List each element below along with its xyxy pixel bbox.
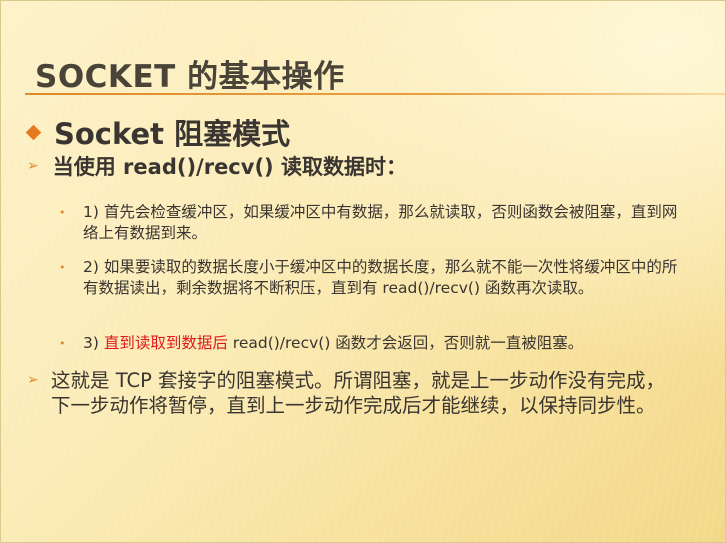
item-number: 3) bbox=[83, 334, 99, 352]
slide: SOCKET 的基本操作 Socket 阻塞模式 ➢ 当使用 read()/re… bbox=[0, 0, 726, 543]
bullet-level1-text: Socket 阻塞模式 bbox=[54, 117, 291, 151]
item-text: 如果要读取的数据长度小于缓冲区中的数据长度，那么就不能一次性将缓冲区中的所有数据… bbox=[83, 258, 678, 297]
bullet-level2-text: 当使用 read()/recv() 读取数据时： bbox=[52, 155, 407, 179]
summary-paragraph: ➢ 这就是 TCP 套接字的阻塞模式。所谓阻塞，就是上一步动作没有完成，下一步动… bbox=[27, 368, 667, 418]
arrow-bullet-icon: ➢ bbox=[27, 158, 39, 174]
dot-bullet-icon: • bbox=[59, 206, 66, 219]
list-item: • 2) 如果要读取的数据长度小于缓冲区中的数据长度，那么就不能一次性将缓冲区中… bbox=[59, 257, 679, 299]
bullet-level1: Socket 阻塞模式 bbox=[25, 111, 290, 153]
list-item: • 3) 直到读取到数据后 read()/recv() 函数才会返回，否则就一直… bbox=[59, 333, 679, 354]
item-number: 1) bbox=[83, 203, 99, 221]
item-text: read()/recv() 函数才会返回，否则就一直被阻塞。 bbox=[227, 334, 584, 352]
summary-text: 这就是 TCP 套接字的阻塞模式。所谓阻塞，就是上一步动作没有完成，下一步动作将… bbox=[51, 369, 666, 417]
highlighted-text: 直到读取到数据后 bbox=[103, 334, 228, 352]
arrow-bullet-icon: ➢ bbox=[27, 372, 39, 388]
dot-bullet-icon: • bbox=[59, 261, 66, 274]
dot-bullet-icon: • bbox=[59, 337, 66, 350]
item-number: 2) bbox=[83, 258, 99, 276]
title-underline bbox=[25, 93, 725, 95]
bullet-level2: ➢ 当使用 read()/recv() 读取数据时： bbox=[27, 151, 407, 181]
page-title: SOCKET 的基本操作 bbox=[35, 59, 345, 95]
list-item: • 1) 首先会检查缓冲区，如果缓冲区中有数据，那么就读取，否则函数会被阻塞，直… bbox=[59, 202, 679, 244]
item-text: 首先会检查缓冲区，如果缓冲区中有数据，那么就读取，否则函数会被阻塞，直到网络上有… bbox=[83, 203, 678, 242]
diamond-bullet-icon bbox=[25, 124, 42, 140]
